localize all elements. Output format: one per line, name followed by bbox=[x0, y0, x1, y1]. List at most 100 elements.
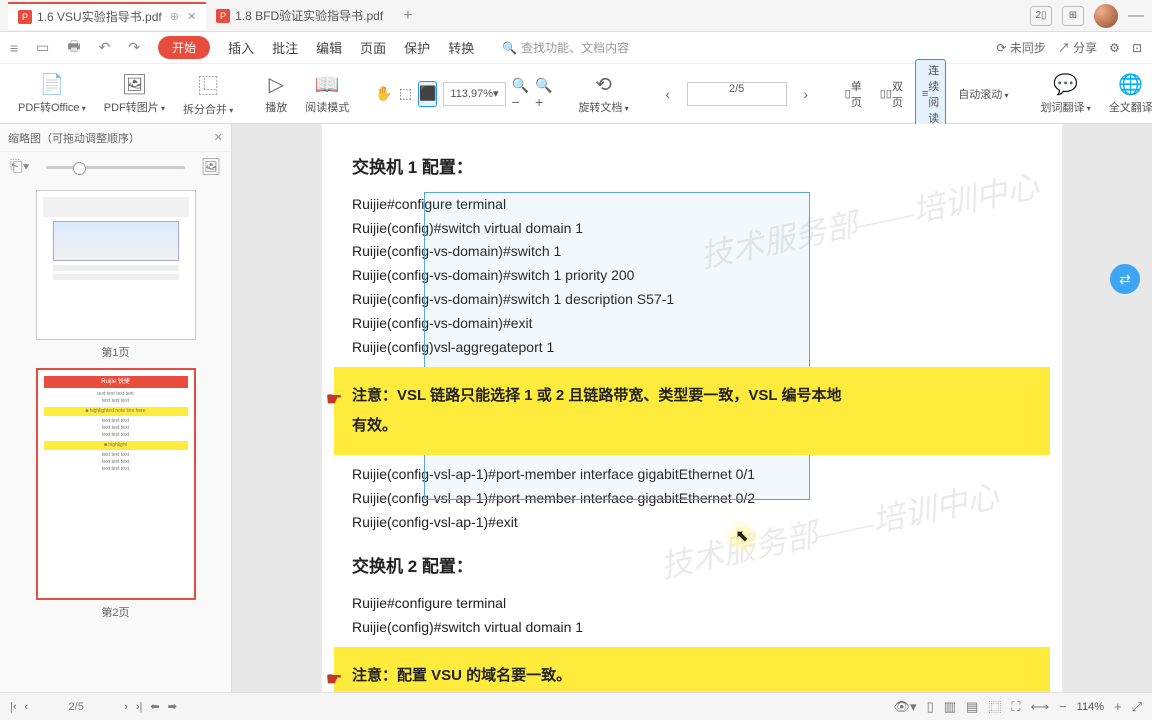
hand-tool-icon[interactable]: ✋ bbox=[375, 81, 392, 107]
pdf-icon: P bbox=[18, 10, 32, 24]
code-line: Ruijie#configure terminal bbox=[352, 193, 1032, 217]
zoom-out-icon[interactable]: − bbox=[1059, 699, 1067, 714]
menu-annotate[interactable]: 批注 bbox=[272, 38, 298, 57]
menu-edit[interactable]: 编辑 bbox=[316, 38, 342, 57]
zoom-in-icon[interactable]: 🔍+ bbox=[535, 81, 552, 107]
play-button[interactable]: ▷播放 bbox=[259, 67, 293, 121]
fit-width-icon[interactable]: ⟷ bbox=[1030, 699, 1049, 715]
layout-icon-1[interactable]: ▯ bbox=[927, 699, 934, 715]
tab-right: 2▯ ⊞ — bbox=[1030, 4, 1144, 28]
word-translate-button[interactable]: 💬划词翻译 bbox=[1035, 67, 1097, 121]
section-title: 交换机 1 配置： bbox=[352, 154, 1032, 183]
sidebar: 缩略图（可拖动调整顺序） ✕ ⎗▾ 🖼 第1页 Ruijie 锐捷 bbox=[0, 124, 232, 692]
thumb-image-icon[interactable]: 🖼 bbox=[201, 157, 221, 177]
window-mode-icon[interactable]: 2▯ bbox=[1030, 6, 1052, 26]
back-icon[interactable]: ⬅ bbox=[150, 700, 159, 713]
pdf-to-image-button[interactable]: 🖼PDF转图片 bbox=[98, 67, 171, 121]
layout-icon-4[interactable]: ⿴ bbox=[988, 697, 1001, 716]
next-page-icon[interactable]: › bbox=[124, 701, 128, 713]
auto-scroll-button[interactable]: 自动滚动 bbox=[952, 67, 1014, 121]
tab-bar: P 1.6 VSU实验指导书.pdf ⊕ ✕ P 1.8 BFD验证实验指导书.… bbox=[0, 0, 1152, 32]
prev-page-icon[interactable]: ‹ bbox=[655, 81, 681, 107]
grid-icon[interactable]: ⊞ bbox=[1062, 6, 1084, 26]
code-line: Ruijie(config-vs-domain)#switch 1 bbox=[352, 240, 1032, 264]
layout-icon-2[interactable]: ▥ bbox=[944, 699, 956, 715]
sidebar-close-icon[interactable]: ✕ bbox=[214, 131, 223, 144]
code-line: Ruijie(config-vs-domain)#switch 1 priori… bbox=[352, 264, 1032, 288]
pin-icon[interactable]: ⊕ bbox=[170, 10, 179, 23]
zoom-out-icon[interactable]: 🔍− bbox=[512, 81, 529, 107]
section-title: 交换机 2 配置： bbox=[352, 553, 1032, 582]
feedback-icon[interactable]: ⊡ bbox=[1132, 41, 1142, 55]
menu-protect[interactable]: 保护 bbox=[404, 38, 430, 57]
sidebar-tools: ⎗▾ 🖼 bbox=[0, 152, 231, 182]
thumb-size-slider[interactable] bbox=[46, 166, 185, 169]
print-icon[interactable]: 🖶 bbox=[67, 36, 80, 60]
zoom-select[interactable]: 113.97% ▾ bbox=[443, 82, 505, 106]
single-page-button[interactable]: ▯ 单页 bbox=[839, 76, 868, 112]
menu-start[interactable]: 开始 bbox=[158, 36, 210, 59]
main: 缩略图（可拖动调整顺序） ✕ ⎗▾ 🖼 第1页 Ruijie 锐捷 bbox=[0, 124, 1152, 692]
code-line: Ruijie#configure terminal bbox=[352, 592, 1032, 616]
eye-icon[interactable]: 👁▾ bbox=[894, 699, 917, 715]
menu-right: ⟳ 未同步 ↗ 分享 ⚙ ⊡ bbox=[996, 39, 1142, 56]
search-input[interactable]: 查找功能、文档内容 bbox=[502, 39, 629, 56]
float-action-button[interactable]: ⇄ bbox=[1110, 264, 1140, 294]
status-page[interactable]: 2/5 bbox=[36, 701, 116, 713]
status-nav: |‹ ‹ 2/5 › ›| ⬅ ➡ bbox=[10, 700, 177, 713]
settings-icon[interactable]: ⚙ bbox=[1109, 41, 1120, 55]
sync-status[interactable]: ⟳ 未同步 bbox=[996, 39, 1045, 56]
avatar[interactable] bbox=[1094, 4, 1118, 28]
tab-active[interactable]: P 1.6 VSU实验指导书.pdf ⊕ ✕ bbox=[8, 2, 206, 30]
code-line: Ruijie(config)#switch virtual domain 1 bbox=[352, 217, 1032, 241]
minimize-icon[interactable]: — bbox=[1128, 7, 1144, 25]
code-line: Ruijie(config)#switch virtual domain 1 bbox=[352, 616, 1032, 640]
area-select-icon[interactable]: ⬛ bbox=[418, 81, 437, 107]
code-line: Ruijie(config-vs-domain)#switch 1 descri… bbox=[352, 288, 1032, 312]
close-icon[interactable]: ✕ bbox=[187, 10, 196, 23]
thumbnail-1[interactable]: 第1页 bbox=[8, 190, 223, 360]
menu-page[interactable]: 页面 bbox=[360, 38, 386, 57]
tab-inactive[interactable]: P 1.8 BFD验证实验指导书.pdf bbox=[206, 2, 393, 30]
tab-title: 1.6 VSU实验指导书.pdf bbox=[37, 8, 162, 25]
add-tab-button[interactable]: + bbox=[403, 7, 412, 25]
page-content: 技术服务部——培训中心 技术服务部——培训中心 交换机 1 配置： Ruijie… bbox=[322, 124, 1062, 692]
share-button[interactable]: ↗ 分享 bbox=[1058, 39, 1097, 56]
prev-page-icon[interactable]: ‹ bbox=[25, 701, 29, 713]
tab-title: 1.8 BFD验证实验指导书.pdf bbox=[235, 7, 383, 24]
rotate-button[interactable]: ⟲旋转文档 bbox=[572, 67, 634, 121]
status-zoom[interactable]: 114% bbox=[1077, 701, 1104, 713]
pdf-to-office-button[interactable]: 📄PDF转Office bbox=[12, 67, 92, 121]
select-tool-icon[interactable]: ⬚ bbox=[399, 81, 412, 107]
menu-insert[interactable]: 插入 bbox=[228, 38, 254, 57]
open-icon[interactable]: ▭ bbox=[36, 39, 49, 56]
menu-convert[interactable]: 转换 bbox=[448, 38, 474, 57]
fullscreen-icon[interactable]: ⛶ bbox=[1011, 699, 1020, 715]
code-line: Ruijie(config-vs-domain)#exit bbox=[352, 312, 1032, 336]
first-page-icon[interactable]: |‹ bbox=[10, 701, 17, 713]
menu-icon[interactable]: ≡ bbox=[10, 40, 18, 56]
expand-icon[interactable]: ⤢ bbox=[1132, 699, 1142, 715]
redo-icon[interactable]: ↷ bbox=[128, 39, 140, 56]
zoom-in-icon[interactable]: + bbox=[1114, 699, 1122, 714]
next-page-icon[interactable]: › bbox=[793, 81, 819, 107]
thumbnail-2[interactable]: Ruijie 锐捷 text text text text text text … bbox=[8, 368, 223, 620]
page-input[interactable]: 2/5 bbox=[687, 82, 787, 106]
thumb-label: 第1页 bbox=[8, 344, 223, 360]
undo-icon[interactable]: ↶ bbox=[99, 39, 111, 56]
read-mode-button[interactable]: 📖阅读模式 bbox=[299, 67, 355, 121]
double-page-button[interactable]: ▯▯ 双页 bbox=[874, 76, 909, 112]
forward-icon[interactable]: ➡ bbox=[168, 700, 177, 713]
full-translate-button[interactable]: 🌐全文翻译 bbox=[1103, 67, 1152, 121]
split-merge-button[interactable]: ⿺拆分合并 bbox=[177, 67, 239, 121]
note-highlight: 注意：VSL 链路只能选择 1 或 2 且链路带宽、类型要一致，VSL 编号本地… bbox=[334, 367, 1050, 455]
pdf-icon: P bbox=[216, 9, 230, 23]
continuous-read-button[interactable]: ≡ 连续阅读 bbox=[915, 59, 946, 129]
last-page-icon[interactable]: ›| bbox=[136, 701, 143, 713]
layout-icon-3[interactable]: ▤ bbox=[966, 699, 978, 715]
thumb-tool-icon[interactable]: ⎗▾ bbox=[10, 158, 30, 176]
document-view[interactable]: ⇄ 技术服务部——培训中心 技术服务部——培训中心 交换机 1 配置： Ruij… bbox=[232, 124, 1152, 692]
code-line: Ruijie(config)vsl-aggregateport 1 bbox=[352, 336, 1032, 360]
page-nav: ‹ 2/5 › bbox=[655, 81, 819, 107]
code-line: Ruijie(config-vsl-ap-1)#port-member inte… bbox=[352, 463, 1032, 487]
